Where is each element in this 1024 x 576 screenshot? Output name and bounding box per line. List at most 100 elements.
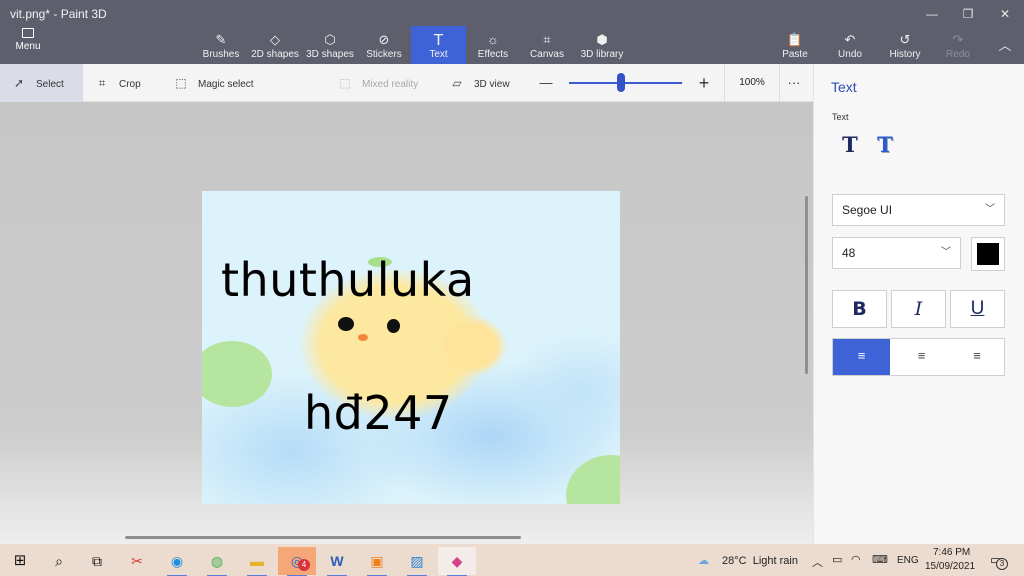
clock-date[interactable]: 15/09/2021 [925, 561, 975, 572]
3d-library-icon: ⬢ [596, 32, 608, 47]
zoom-out-button[interactable]: — [536, 64, 556, 102]
duck-beak [358, 334, 368, 341]
crop-label: Crop [119, 79, 141, 90]
tool-3d-library[interactable]: ⬢ 3D library [576, 26, 628, 64]
minimize-icon[interactable]: — [914, 4, 950, 24]
zalo-badge: 4 [298, 559, 310, 571]
ribbon: vit.png* - Paint 3D — ❐ ✕ Menu ✎ Brushes… [0, 0, 1024, 64]
duck-right-eye [387, 319, 400, 333]
battery-icon[interactable]: ▭ [832, 553, 842, 566]
2d-text-icon[interactable]: T [835, 132, 865, 158]
chevron-down-icon: ﹀ [941, 247, 951, 258]
font-dropdown[interactable]: Segoe UI ﹀ [832, 194, 1005, 226]
effects-icon: ☼ [487, 32, 499, 47]
windows-start-icon[interactable]: ⊞ [1, 547, 39, 575]
duck-wing [437, 316, 507, 376]
canvas-text-top[interactable]: thuthuluka [221, 253, 475, 307]
wifi-icon[interactable]: ◠ [851, 553, 861, 566]
align-right-button[interactable]: ≡ [950, 339, 1004, 375]
mixed-reality-label: Mixed reality [362, 79, 419, 90]
vertical-scrollbar[interactable] [805, 196, 808, 374]
canvas-text-bottom[interactable]: hđ247 [304, 386, 453, 440]
crop-button[interactable]: ⌗ Crop [93, 64, 153, 102]
underline-button[interactable]: U [950, 290, 1005, 328]
text-color-swatch[interactable] [971, 237, 1005, 271]
3d-view-button[interactable]: ▱ 3D view [448, 64, 518, 102]
paint3d-taskbar-icon[interactable]: ◆ [438, 547, 476, 576]
clock-time[interactable]: 7:46 PM [933, 547, 970, 558]
tool-text[interactable]: T Text [411, 26, 466, 64]
magic-select-icon: ⬚ [175, 76, 187, 90]
tool-2d-shapes[interactable]: ◇ 2D shapes [248, 26, 302, 64]
mixed-reality-button[interactable]: ⬚ Mixed reality [336, 64, 426, 102]
3d-view-label: 3D view [474, 79, 510, 90]
tool-label: Brushes [202, 49, 240, 60]
zoom-slider-track[interactable] [569, 82, 682, 84]
select-button[interactable]: ➚ Select [0, 64, 83, 102]
paste-button[interactable]: 📋 Paste [777, 26, 813, 64]
maximize-icon[interactable]: ❐ [950, 4, 986, 24]
drawing-canvas[interactable]: thuthuluka hđ247 [202, 191, 620, 504]
collapse-ribbon-icon[interactable]: ︿ [987, 36, 1023, 56]
align-left-button[interactable]: ≡ [833, 339, 890, 375]
zoom-slider-thumb[interactable] [616, 73, 625, 92]
2d-shapes-icon: ◇ [270, 32, 280, 47]
tool-brushes[interactable]: ✎ Brushes [199, 26, 243, 64]
tool-effects[interactable]: ☼ Effects [471, 26, 515, 64]
browser-icon[interactable]: ◍ [198, 547, 236, 576]
align-center-button[interactable]: ≡ [893, 339, 950, 375]
file-explorer-icon[interactable]: ▬ [238, 547, 276, 576]
history-button[interactable]: ↺ History [884, 26, 926, 64]
italic-button[interactable]: I [891, 290, 946, 328]
foxit-icon[interactable]: ▣ [358, 547, 396, 576]
3d-view-icon: ▱ [452, 76, 462, 90]
snipping-tool-icon[interactable]: ✂ [118, 547, 156, 575]
duck-left-eye [338, 317, 354, 331]
redo-button[interactable]: ↷ Redo [940, 26, 976, 64]
tool-canvas[interactable]: ⌗ Canvas [525, 26, 569, 64]
edge-icon[interactable]: ◉ [158, 547, 196, 576]
taskbar: ⊞ ⌕ ⧉ ✂ ◉ ◍ ▬ ◎ 4 W ▣ ▨ ◆ ☁ 28°C Light r… [0, 544, 1024, 576]
magic-select-label: Magic select [198, 79, 254, 90]
horizontal-scrollbar[interactable] [125, 536, 521, 539]
weather-widget[interactable]: 28°C Light rain [722, 555, 798, 567]
paste-icon: 📋 [786, 32, 804, 47]
search-icon[interactable]: ⌕ [40, 547, 78, 575]
bold-button[interactable]: B [832, 290, 887, 328]
photos-icon[interactable]: ▨ [398, 547, 436, 576]
tool-3d-shapes[interactable]: ⬡ 3D shapes [303, 26, 357, 64]
undo-button[interactable]: ↶ Undo [832, 26, 868, 64]
redo-icon: ↷ [952, 32, 964, 47]
weather-temp: 28°C [722, 555, 747, 567]
sub-toolbar: ➚ Select ⌗ Crop ⬚ Magic select ⬚ Mixed reali… [0, 64, 813, 102]
font-size-dropdown[interactable]: 48 ﹀ [832, 237, 961, 269]
more-options-button[interactable]: ··· [783, 64, 805, 102]
weather-desc: Light rain [752, 555, 798, 567]
tool-stickers[interactable]: ⊘ Stickers [362, 26, 406, 64]
crop-icon: ⌗ [98, 76, 106, 90]
language-indicator[interactable]: ENG [897, 555, 919, 566]
magic-select-button[interactable]: ⬚ Magic select [172, 64, 262, 102]
zalo-icon[interactable]: ◎ 4 [278, 547, 316, 576]
notification-count: 3 [996, 558, 1008, 570]
close-icon[interactable]: ✕ [987, 4, 1023, 24]
3d-text-icon[interactable]: T [870, 132, 900, 158]
task-view-icon[interactable]: ⧉ [78, 547, 116, 575]
zoom-in-button[interactable]: + [694, 64, 714, 102]
chevron-down-icon: ﹀ [985, 204, 995, 215]
keyboard-icon[interactable]: ⌨ [872, 553, 888, 566]
menu-button[interactable]: Menu [6, 28, 50, 62]
pointer-icon: ➚ [13, 76, 25, 90]
chevron-up-icon[interactable]: ︿ [812, 554, 823, 570]
mixed-reality-icon: ⬚ [339, 76, 351, 90]
notification-icon[interactable]: ▭ 3 [990, 552, 1008, 570]
undo-icon: ↶ [844, 32, 856, 47]
menu-label: Menu [15, 41, 41, 52]
tool-label: Stickers [366, 49, 402, 60]
zoom-level[interactable]: 100% [724, 64, 780, 102]
brush-icon: ✎ [215, 32, 227, 47]
panel-subtitle: Text [832, 112, 849, 122]
word-icon[interactable]: W [318, 547, 356, 576]
paint3d-window: vit.png* - Paint 3D — ❐ ✕ Menu ✎ Brushes… [0, 0, 1024, 576]
tool-label: 3D shapes [306, 49, 354, 60]
